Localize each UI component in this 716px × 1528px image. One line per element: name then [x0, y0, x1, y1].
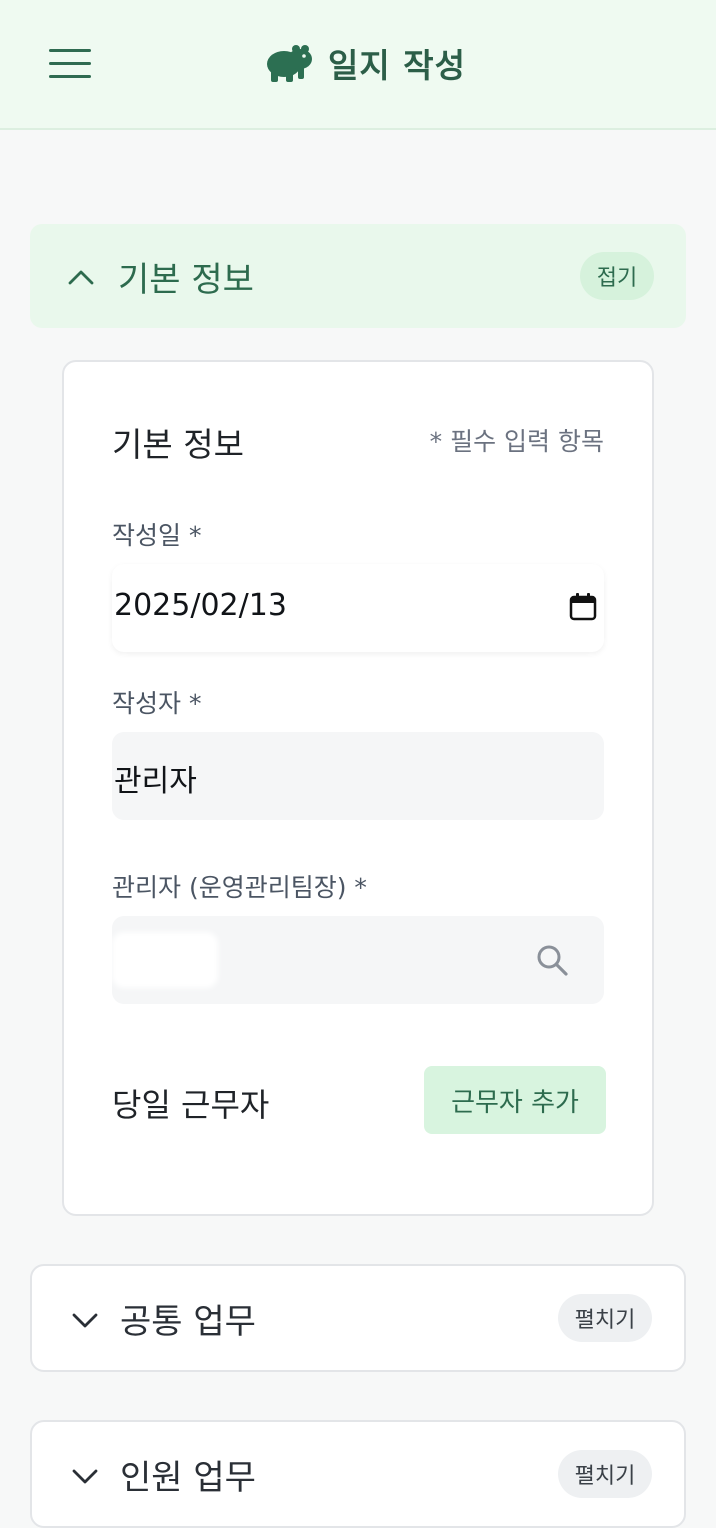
page-title: 일지 작성 — [328, 46, 466, 85]
add-worker-button[interactable]: 근무자 추가 — [424, 1066, 606, 1134]
hamburger-menu-icon[interactable] — [48, 46, 92, 82]
expand-button[interactable]: 펼치기 — [558, 1294, 652, 1342]
card-title: 기본 정보 — [112, 425, 244, 464]
hippo-icon — [267, 45, 312, 82]
collapse-button[interactable]: 접기 — [580, 252, 654, 300]
section-title: 기본 정보 — [118, 260, 254, 300]
basic-info-card: 기본 정보 * 필수 입력 항목 작성일 * 2025/02/13 작성자 * … — [62, 360, 654, 1216]
header-brand: 일지 작성 — [262, 40, 466, 86]
section-title: 인원 업무 — [120, 1458, 256, 1498]
manager-label: 관리자 (운영관리팀장) * — [112, 873, 367, 902]
section-header-common-tasks[interactable]: 공통 업무 펼치기 — [30, 1264, 686, 1372]
search-icon[interactable] — [534, 942, 570, 978]
section-header-personnel-tasks[interactable]: 인원 업무 펼치기 — [30, 1420, 686, 1528]
chevron-up-icon — [68, 270, 94, 285]
date-label: 작성일 * — [112, 521, 202, 550]
author-field: 관리자 — [112, 732, 604, 820]
chevron-down-icon — [72, 1313, 98, 1328]
section-title: 공통 업무 — [120, 1302, 256, 1342]
redacted-value — [112, 932, 218, 988]
calendar-icon[interactable] — [568, 592, 598, 622]
author-value: 관리자 — [114, 764, 197, 799]
manager-search-field[interactable] — [112, 916, 604, 1004]
author-label: 작성자 * — [112, 689, 202, 718]
required-note: * 필수 입력 항목 — [429, 427, 604, 456]
date-input[interactable]: 2025/02/13 — [112, 564, 604, 652]
date-value: 2025/02/13 — [114, 588, 287, 623]
expand-button[interactable]: 펼치기 — [558, 1450, 652, 1498]
app-header: 일지 작성 — [0, 0, 716, 130]
section-header-basic-info[interactable]: 기본 정보 접기 — [30, 224, 686, 328]
chevron-down-icon — [72, 1469, 98, 1484]
workers-title: 당일 근무자 — [112, 1086, 270, 1124]
